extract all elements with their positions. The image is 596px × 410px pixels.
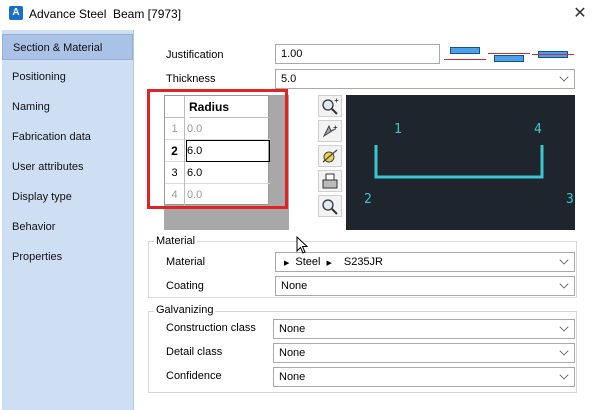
sidebar-item-display-type[interactable]: Display type (2, 184, 133, 210)
close-icon: ✕ (573, 5, 587, 22)
vertex-label: 4 (534, 122, 542, 137)
justification-bottom-button[interactable] (532, 44, 574, 64)
thickness-dropdown[interactable]: 5.0 (275, 69, 575, 89)
app-title: Advance Steel (29, 7, 107, 21)
app-logo-icon: A (9, 6, 23, 20)
channel-profile-drawing (374, 145, 544, 179)
detail-class-label: Detail class (166, 346, 223, 358)
chevron-down-icon (559, 322, 569, 332)
sidebar-item-naming[interactable]: Naming (2, 94, 133, 120)
caret-right-icon: ▶ (326, 260, 332, 267)
print-button[interactable] (318, 170, 342, 192)
material-label: Material (166, 256, 206, 268)
coating-label: Coating (166, 280, 204, 292)
close-button[interactable]: ✕ (568, 3, 592, 25)
construction-class-dropdown[interactable]: None (273, 319, 575, 339)
section-preview: 1 4 2 3 (346, 95, 575, 230)
highlight-box (147, 89, 288, 209)
sidebar-item-behavior[interactable]: Behavior (2, 214, 133, 240)
object-title: Beam [7973] (113, 7, 182, 21)
pan-button[interactable]: + (318, 120, 342, 142)
mouse-cursor-icon (296, 236, 309, 254)
title-bar: A Advance Steel Beam [7973] ✕ (0, 0, 596, 30)
zoom-fit-icon (322, 199, 338, 215)
construction-class-value: None (279, 323, 306, 335)
vertex-label: 3 (566, 192, 574, 207)
svg-text:+: + (333, 123, 338, 132)
detail-class-value: None (279, 347, 306, 359)
zoom-fit-button[interactable] (318, 195, 342, 217)
construction-class-label: Construction class (166, 322, 256, 334)
material-group-title: Material (154, 235, 198, 247)
sidebar-item-positioning[interactable]: Positioning (2, 64, 133, 90)
justification-center-icon (494, 55, 524, 62)
sidebar: Section & Material Positioning Naming Fa… (2, 30, 134, 410)
pan-icon: + (322, 123, 338, 138)
confidence-dropdown[interactable]: None (273, 367, 575, 387)
caret-right-icon: ▶ (284, 260, 290, 267)
zoom-in-icon: + (322, 96, 339, 115)
material-dropdown[interactable]: ▶ Steel ▶ S235JR (275, 252, 575, 272)
confidence-label: Confidence (166, 370, 222, 382)
detail-class-dropdown[interactable]: None (273, 343, 575, 363)
chevron-down-icon (559, 279, 569, 289)
galvanizing-group-title: Galvanizing (154, 304, 216, 316)
preview-toolbar: + + (318, 95, 345, 220)
chevron-down-icon (559, 72, 569, 82)
thickness-value: 5.0 (281, 73, 297, 85)
justification-field[interactable]: 1.00 (275, 44, 440, 64)
vertex-label: 2 (364, 192, 372, 207)
chevron-down-icon (559, 370, 569, 380)
sidebar-item-section-material[interactable]: Section & Material (2, 34, 133, 60)
zoom-in-button[interactable]: + (318, 95, 342, 117)
rotate-button[interactable] (318, 145, 342, 167)
chevron-down-icon (559, 346, 569, 356)
svg-text:+: + (334, 96, 339, 105)
vertex-label: 1 (394, 122, 402, 137)
justification-top-button[interactable] (444, 44, 486, 64)
chevron-down-icon (559, 255, 569, 265)
material-path-grade: S235JR (343, 256, 383, 268)
print-icon (322, 173, 338, 189)
justification-label: Justification (166, 49, 224, 61)
sidebar-item-fabrication-data[interactable]: Fabrication data (2, 124, 133, 150)
justification-top-icon (450, 47, 480, 54)
coating-dropdown[interactable]: None (275, 276, 575, 296)
sidebar-item-user-attributes[interactable]: User attributes (2, 154, 133, 180)
coating-value: None (281, 280, 308, 292)
rotate-icon (322, 149, 338, 163)
confidence-value: None (279, 371, 306, 383)
sidebar-item-properties[interactable]: Properties (2, 244, 133, 270)
justification-center-button[interactable] (488, 44, 530, 64)
material-path-steel: Steel (295, 256, 321, 268)
thickness-label: Thickness (166, 73, 216, 85)
